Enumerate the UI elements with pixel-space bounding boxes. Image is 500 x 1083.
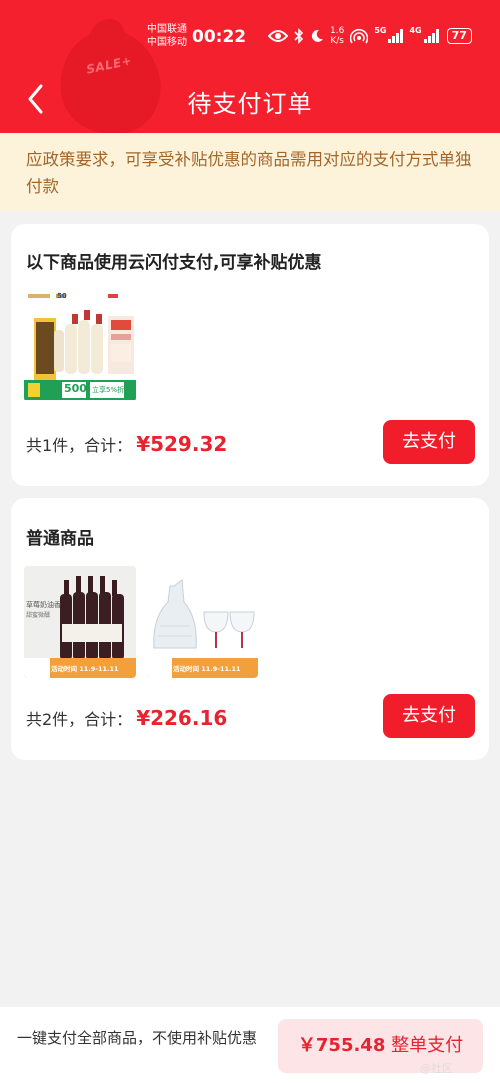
order-card-title: 普通商品 — [26, 529, 94, 549]
pay-all-label: 整单支付 — [391, 1035, 464, 1056]
pay-all-total: ￥755.48 — [297, 1035, 386, 1056]
product-badge: 50 — [57, 292, 67, 300]
eye-icon — [268, 30, 288, 42]
page-title: 待支付订单 — [187, 90, 313, 118]
signal-icon — [388, 29, 404, 43]
carrier-1: 中国联通 — [147, 24, 187, 35]
watermark: @社区 — [420, 1062, 453, 1075]
subsidy-promo-text: 500 — [64, 382, 87, 395]
nav-bar: 待支付订单 — [0, 78, 500, 124]
network-speed-unit: K/s — [330, 36, 344, 46]
discount-promo-text: 立享5%折 — [92, 386, 125, 394]
order-total-price: ¥226.16 — [136, 706, 228, 730]
bottom-action-bar: 一键支付全部商品，不使用补贴优惠 ￥755.48 整单支付 @社区 — [0, 1007, 500, 1083]
carrier-info: 中国联通 中国移动 — [147, 23, 187, 49]
clock: 00:22 — [192, 27, 247, 47]
hotspot-icon — [350, 28, 369, 44]
order-count-label: 共1件，合计： — [26, 436, 133, 455]
pay-button[interactable]: 去支付 — [383, 420, 475, 464]
pay-button[interactable]: 去支付 — [383, 694, 475, 738]
status-icons: 1.6 K/s 5G 4G 77 — [268, 26, 472, 46]
promo-time-tag: 活动时间 11.9-11.11 — [51, 665, 119, 673]
moon-icon — [311, 29, 323, 42]
product-label-top: 草莓奶油香 — [26, 601, 61, 609]
battery-icon: 77 — [446, 28, 472, 44]
status-bar: 中国联通 中国移动 00:22 1.6 K/s 5G 4G 77 — [0, 20, 500, 56]
product-thumbnail[interactable]: 活动时间 11.9-11.11 — [146, 566, 258, 678]
order-total-price: ¥529.32 — [136, 432, 228, 456]
product-label-sub: 甜蜜微醺 — [26, 612, 51, 619]
bulk-pay-description: 一键支付全部商品，不使用补贴优惠 — [17, 1029, 258, 1047]
signal-icon-2 — [423, 29, 439, 43]
order-summary: 共1件，合计： ¥529.32 — [26, 432, 227, 456]
order-card-regular: 普通商品 草莓奶油香 甜蜜微醺 活动时间 11.9-11.11 活动时间 11.… — [11, 498, 489, 760]
bluetooth-icon — [294, 28, 304, 44]
network-type-1: 5G — [374, 26, 387, 35]
policy-notice: 应政策要求，可享受补贴优惠的商品需用对应的支付方式单独付款 — [0, 133, 500, 211]
wine-decanter-set-image — [146, 566, 258, 678]
product-thumbnail[interactable]: 50 500 立享5%折 — [24, 290, 136, 402]
product-thumbnail[interactable]: 草莓奶油香 甜蜜微醺 活动时间 11.9-11.11 — [24, 566, 136, 678]
network-speed: 1.6 K/s — [330, 26, 344, 46]
promo-time-tag: 活动时间 11.9-11.11 — [173, 665, 241, 673]
order-card-subsidy: 以下商品使用云闪付支付,可享补贴优惠 50 500 立享5%折 共1件，合计： … — [11, 224, 489, 486]
network-speed-value: 1.6 — [330, 26, 345, 36]
red-wine-bottles-image — [24, 566, 136, 678]
header-bar: SALE+ 中国联通 中国移动 00:22 1.6 K/s 5G 4G 77 待… — [0, 0, 500, 133]
order-summary: 共2件，合计： ¥226.16 — [26, 706, 227, 730]
carrier-2: 中国移动 — [147, 37, 187, 48]
order-card-title: 以下商品使用云闪付支付,可享补贴优惠 — [26, 253, 322, 273]
network-type-2: 4G — [409, 26, 422, 35]
order-count-label: 共2件，合计： — [26, 710, 133, 729]
